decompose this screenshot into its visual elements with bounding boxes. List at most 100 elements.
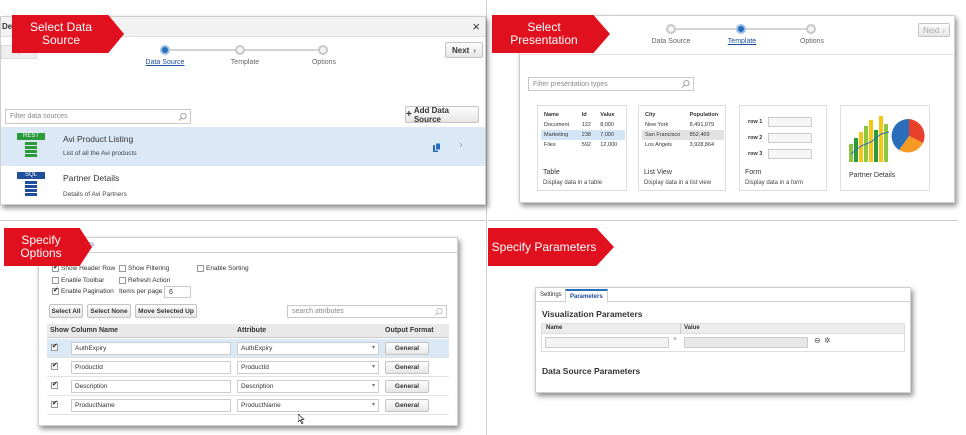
- list-item[interactable]: SQL Partner Details Details of Avi Partn…: [1, 167, 485, 205]
- output-format-button[interactable]: General: [385, 398, 429, 412]
- step-label-template[interactable]: Template: [728, 38, 756, 45]
- attribute-select[interactable]: ProductId ▾: [237, 360, 379, 374]
- table-row[interactable]: Description Description▾ General: [47, 377, 449, 396]
- callout-select-presentation: Select Presentation: [492, 15, 610, 53]
- step-label-data-source[interactable]: Data Source: [146, 59, 185, 66]
- next-button[interactable]: Next ›: [445, 42, 483, 58]
- gear-icon[interactable]: ✲: [824, 336, 831, 345]
- select-none-button[interactable]: Select None: [87, 304, 131, 318]
- vertical-divider: [486, 0, 487, 435]
- attribute-select[interactable]: Description ▾: [237, 379, 379, 393]
- chevron-right-icon: ›: [473, 45, 476, 55]
- attributes-table-body: AuthExpiryAuthExpiry▾GeneralProductIdPro…: [47, 339, 449, 415]
- table-row[interactable]: ProductName ProductName▾ General: [47, 396, 449, 415]
- parameter-name-input[interactable]: [545, 337, 669, 348]
- list-item[interactable]: REST Avi Product Listing List of all the…: [1, 127, 485, 166]
- step-data-source[interactable]: [666, 24, 676, 34]
- step-label-data-source[interactable]: Data Source: [652, 38, 691, 45]
- chevron-right-icon[interactable]: ›: [459, 139, 463, 151]
- template-card-partner-details[interactable]: Partner Details: [840, 105, 930, 191]
- attribute-select[interactable]: AuthExpiry ▾: [237, 341, 379, 355]
- name-header: Name: [546, 325, 563, 331]
- next-button[interactable]: Next ›: [918, 23, 950, 37]
- close-icon[interactable]: ×: [472, 19, 480, 34]
- filter-data-sources-input[interactable]: Filter data sources: [5, 109, 191, 124]
- callout-specify-options: Specify Options: [4, 228, 92, 266]
- parameter-value-input[interactable]: [684, 337, 808, 348]
- step-options[interactable]: [318, 45, 328, 55]
- show-header-row-checkbox[interactable]: Show Header Row: [52, 263, 115, 272]
- step-data-source[interactable]: [160, 45, 170, 55]
- row-show-checkbox[interactable]: [51, 361, 58, 371]
- row-show-checkbox[interactable]: [51, 380, 58, 390]
- search-attributes-input[interactable]: search attributes: [287, 305, 447, 318]
- table-preview: Name Id Value Document 122 8,000 Marketing 23…: [541, 110, 625, 150]
- template-card-table[interactable]: Name Id Value Document 122 8,000 Marketing 23…: [537, 105, 627, 191]
- filter-presentation-input[interactable]: Filter presentation types: [528, 77, 694, 91]
- card-title: Form: [745, 169, 762, 176]
- step-template[interactable]: [235, 45, 245, 55]
- data-source-parameters-title: Data Source Parameters: [542, 366, 641, 376]
- row-show-checkbox[interactable]: [51, 342, 58, 352]
- column-name-input[interactable]: Description: [71, 379, 231, 393]
- filter-placeholder: Filter presentation types: [533, 80, 608, 88]
- chevron-down-icon: ▾: [371, 344, 375, 351]
- source-name: Partner Details: [63, 173, 120, 183]
- card-title: List View: [644, 169, 672, 176]
- copy-icon[interactable]: [433, 143, 441, 152]
- horizontal-divider-right: [488, 220, 958, 221]
- card-desc: Display data in a list view: [644, 180, 712, 186]
- select-all-button[interactable]: Select All: [49, 304, 83, 318]
- add-data-source-button[interactable]: + Add Data Source: [405, 106, 479, 124]
- list-preview: City Population New York 8,491,079 San Fra…: [642, 110, 724, 150]
- step-options[interactable]: [806, 24, 816, 34]
- show-filtering-checkbox[interactable]: Show Filtering: [119, 265, 169, 272]
- mouse-cursor-icon: [298, 414, 305, 424]
- options-panel: ters Show Header Row Show Filtering Enab…: [38, 237, 458, 426]
- template-card-list-view[interactable]: City Population New York 8,491,079 San Fra…: [638, 105, 726, 191]
- column-name-input[interactable]: AuthExpiry: [71, 341, 231, 355]
- form-preview: row 1 row 2 row 3: [748, 114, 812, 162]
- attribute-select[interactable]: ProductName ▾: [237, 398, 379, 412]
- parameters-row: × ⊖ ✲: [541, 334, 905, 352]
- enable-sorting-checkbox[interactable]: Enable Sorting: [197, 265, 249, 272]
- refresh-action-checkbox[interactable]: Refresh Action: [119, 277, 170, 284]
- output-format-button[interactable]: General: [385, 341, 429, 355]
- table-row[interactable]: AuthExpiry AuthExpiry▾ General: [47, 339, 449, 358]
- column-name-input[interactable]: ProductId: [71, 360, 231, 374]
- attributes-table: Show Column Name Attribute Output Format: [47, 324, 449, 338]
- next-label: Next: [451, 45, 470, 55]
- source-name: Avi Product Listing: [63, 134, 134, 144]
- next-label: Next: [922, 25, 940, 35]
- filter-placeholder: Filter data sources: [10, 113, 68, 120]
- step-label-template[interactable]: Template: [231, 59, 259, 66]
- enable-pagination-checkbox[interactable]: Enable Pagination: [52, 286, 114, 295]
- remove-icon[interactable]: ⊖: [814, 336, 821, 345]
- visualization-parameters-title: Visualization Parameters: [542, 309, 643, 319]
- output-format-button[interactable]: General: [385, 379, 429, 393]
- column-name-input[interactable]: ProductName: [71, 398, 231, 412]
- items-per-page-input[interactable]: 6: [164, 286, 191, 298]
- clear-icon[interactable]: ×: [673, 336, 677, 343]
- parameters-panel: Settings Parameters Visualization Parame…: [535, 287, 911, 393]
- search-icon: [681, 79, 690, 88]
- output-format-button[interactable]: General: [385, 360, 429, 374]
- chevron-down-icon: ▾: [371, 382, 375, 389]
- enable-toolbar-checkbox[interactable]: Enable Toolbar: [52, 277, 104, 284]
- card-title: Partner Details: [849, 172, 896, 179]
- plus-icon: +: [406, 109, 412, 120]
- row-show-checkbox[interactable]: [51, 399, 58, 409]
- tab-bar: Settings Parameters: [536, 288, 910, 303]
- search-icon: [434, 307, 443, 316]
- step-template[interactable]: [736, 24, 746, 34]
- table-row[interactable]: ProductId ProductId▾ General: [47, 358, 449, 377]
- card-title: Table: [543, 169, 560, 176]
- move-selected-up-button[interactable]: Move Selected Up: [135, 304, 197, 318]
- tab-parameters[interactable]: Parameters: [565, 289, 608, 303]
- chevron-down-icon: ▾: [371, 401, 375, 408]
- tab-settings[interactable]: Settings: [540, 292, 562, 298]
- template-card-form[interactable]: row 1 row 2 row 3 Form Display data in a…: [739, 105, 827, 191]
- card-desc: Display data in a form: [745, 180, 804, 186]
- step-label-options[interactable]: Options: [800, 38, 824, 45]
- step-label-options[interactable]: Options: [312, 59, 336, 66]
